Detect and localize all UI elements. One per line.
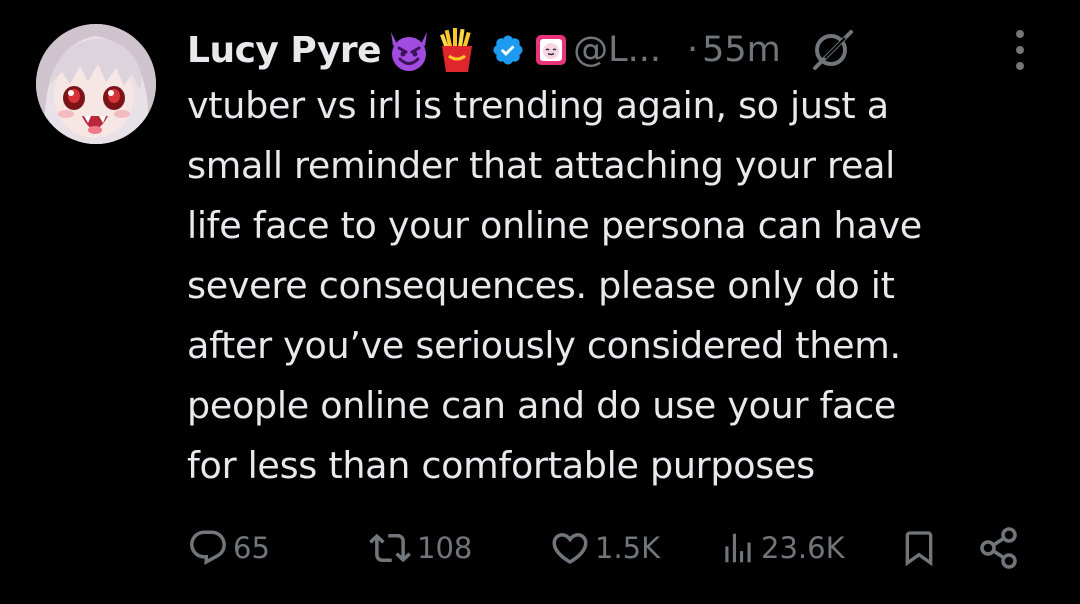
tweet-text-line: after you’ve seriously considered them. [187,324,901,367]
reply-count: 65 [233,531,270,565]
tweet-text-line: for less than comfortable purposes [187,444,815,487]
repost-button[interactable]: 108 [367,525,472,571]
tweet-text-line: life face to your online persona can hav… [187,204,922,247]
like-button[interactable]: 1.5K [549,525,660,571]
french-fries-icon [437,26,477,74]
verified-badge-icon[interactable] [491,33,525,67]
smiling-devil-icon [385,28,433,72]
tweet-text-line: vtuber vs irl is trending again, so just… [187,84,889,127]
share-icon [980,527,1017,569]
author-avatar[interactable] [36,24,156,144]
tweet[interactable]: Lucy Pyre @L... · 55m vtuber vs irl is t… [0,0,1080,604]
views-chart-icon [725,533,751,563]
tweet-text-line: severe consequences. please only do it [187,264,895,307]
separator-dot: · [687,30,699,70]
reply-icon [190,530,226,565]
repost-icon [369,533,411,563]
share-button[interactable] [977,525,1021,571]
author-display-name[interactable]: Lucy Pyre [187,30,382,71]
views-button[interactable]: 23.6K [719,525,845,571]
tweet-text: vtuber vs irl is trending again, so just… [187,76,1057,496]
views-count: 23.6K [761,531,845,565]
tweet-text-line: people online can and do use your face [187,384,897,427]
tweet-header: Lucy Pyre @L... · 55m [187,22,855,78]
like-count: 1.5K [595,531,661,565]
heart-icon [552,533,588,565]
tweet-text-line: small reminder that attaching your real [187,144,896,187]
more-options-icon[interactable] [1008,30,1032,70]
bookmark-icon [905,531,933,567]
grok-icon[interactable] [811,28,855,72]
anime-avatar-icon [36,24,156,144]
affiliate-badge-icon[interactable] [535,34,567,66]
reply-button[interactable]: 65 [187,525,270,571]
repost-count: 108 [417,531,473,565]
timestamp[interactable]: 55m [702,30,781,70]
tweet-action-bar: 65 108 1.5K 23.6K [187,525,1027,571]
author-handle[interactable]: @L... [573,30,661,70]
bookmark-button[interactable] [899,525,939,571]
